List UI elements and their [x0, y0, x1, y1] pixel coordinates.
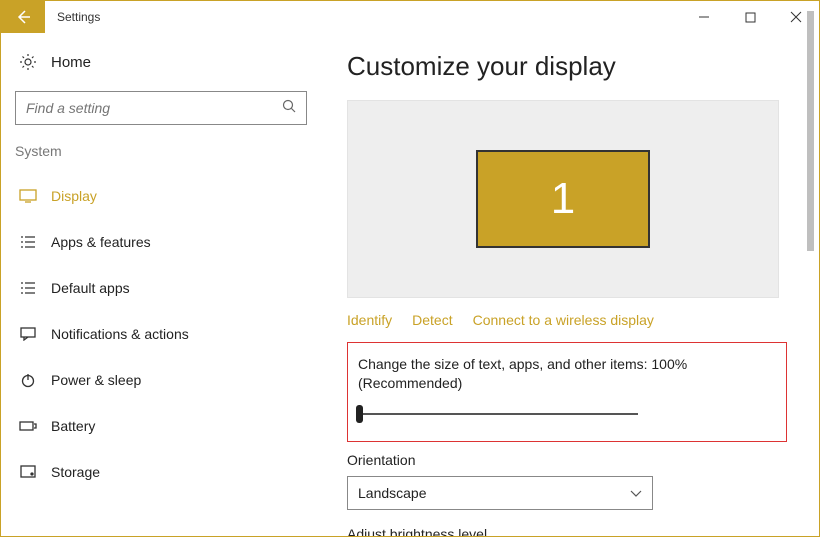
sidebar-item-label: Power & sleep: [51, 372, 141, 388]
sidebar-item-label: Default apps: [51, 280, 130, 296]
window-title: Settings: [45, 1, 681, 33]
sidebar: Home System Display Apps & features: [1, 33, 323, 536]
sidebar-item-label: Battery: [51, 418, 95, 434]
sidebar-item-display[interactable]: Display: [1, 173, 323, 219]
sidebar-item-label: Storage: [51, 464, 100, 480]
sidebar-item-storage[interactable]: Storage: [1, 449, 323, 495]
sidebar-item-label: Apps & features: [51, 234, 151, 250]
monitor-tile[interactable]: 1: [476, 150, 650, 248]
close-icon: [790, 11, 802, 23]
brightness-label: Adjust brightness level: [347, 526, 791, 536]
sidebar-item-apps[interactable]: Apps & features: [1, 219, 323, 265]
scale-section: Change the size of text, apps, and other…: [347, 342, 787, 442]
grid-icon: [19, 279, 37, 297]
scrollbar-thumb[interactable]: [807, 11, 814, 251]
sidebar-item-notifications[interactable]: Notifications & actions: [1, 311, 323, 357]
wireless-link[interactable]: Connect to a wireless display: [473, 312, 654, 328]
chevron-down-icon: [630, 485, 642, 501]
sidebar-item-power[interactable]: Power & sleep: [1, 357, 323, 403]
monitor-number: 1: [551, 174, 575, 224]
storage-icon: [19, 463, 37, 481]
search-box[interactable]: [15, 91, 307, 125]
scale-slider[interactable]: [358, 407, 638, 423]
power-icon: [19, 371, 37, 389]
main-panel: Customize your display 1 Identify Detect…: [323, 33, 819, 536]
orientation-select[interactable]: Landscape: [347, 476, 653, 510]
search-icon: [282, 99, 296, 118]
arrow-left-icon: [14, 8, 32, 26]
search-input[interactable]: [26, 100, 282, 116]
gear-icon: [19, 53, 37, 71]
display-preview[interactable]: 1: [347, 100, 779, 298]
list-icon: [19, 233, 37, 251]
home-label: Home: [51, 54, 91, 71]
slider-track: [358, 413, 638, 415]
message-icon: [19, 325, 37, 343]
maximize-icon: [745, 12, 756, 23]
titlebar: Settings: [1, 1, 819, 33]
identify-link[interactable]: Identify: [347, 312, 392, 328]
sidebar-item-default-apps[interactable]: Default apps: [1, 265, 323, 311]
scale-label: Change the size of text, apps, and other…: [358, 355, 774, 393]
orientation-label: Orientation: [347, 452, 791, 468]
vertical-scrollbar[interactable]: [803, 3, 817, 523]
minimize-icon: [698, 11, 710, 23]
nav-list: Display Apps & features Default apps Not…: [1, 173, 323, 495]
back-button[interactable]: [1, 1, 45, 33]
minimize-button[interactable]: [681, 1, 727, 33]
orientation-value: Landscape: [358, 485, 427, 501]
sidebar-item-label: Notifications & actions: [51, 326, 189, 342]
sidebar-item-battery[interactable]: Battery: [1, 403, 323, 449]
detect-link[interactable]: Detect: [412, 312, 452, 328]
maximize-button[interactable]: [727, 1, 773, 33]
page-title: Customize your display: [347, 51, 791, 82]
category-label: System: [1, 143, 323, 165]
window-controls: [681, 1, 819, 33]
home-button[interactable]: Home: [1, 45, 323, 87]
display-icon: [19, 187, 37, 205]
battery-icon: [19, 417, 37, 435]
sidebar-item-label: Display: [51, 188, 97, 204]
slider-thumb[interactable]: [356, 405, 363, 423]
display-links: Identify Detect Connect to a wireless di…: [347, 312, 791, 328]
